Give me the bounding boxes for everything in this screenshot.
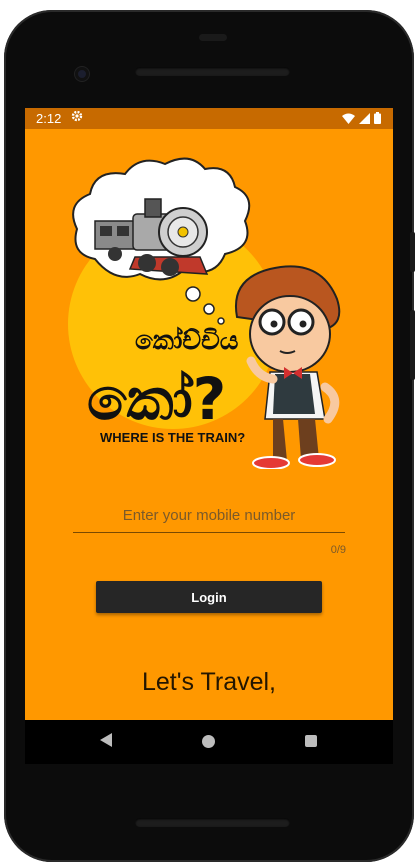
signal-icon xyxy=(359,112,370,124)
login-button[interactable]: Login xyxy=(96,581,322,613)
mobile-number-input[interactable] xyxy=(73,498,345,533)
wifi-icon xyxy=(342,113,355,124)
status-icons xyxy=(342,112,381,124)
earpiece xyxy=(199,34,227,41)
tagline-text: Let's Travel, xyxy=(142,668,276,696)
volume-button xyxy=(410,310,415,380)
status-bar: 2:12 xyxy=(25,108,393,129)
recents-icon[interactable] xyxy=(305,735,317,747)
navigation-bar xyxy=(25,720,393,764)
logo-english-text: WHERE IS THE TRAIN? xyxy=(100,430,245,445)
mobile-field[interactable] xyxy=(73,498,345,538)
power-button xyxy=(410,232,415,272)
character-counter: 0/9 xyxy=(330,544,346,556)
app-screen: 2:12 කෝච්චිය කෝ? WHERE IS THE TRAIN? Ent… xyxy=(25,108,393,720)
gear-icon xyxy=(71,110,83,125)
home-icon[interactable] xyxy=(202,735,215,748)
back-icon[interactable] xyxy=(100,733,112,747)
status-time: 2:12 xyxy=(36,111,62,126)
battery-icon xyxy=(374,112,381,124)
bottom-speaker xyxy=(135,818,290,827)
top-speaker xyxy=(135,67,290,76)
front-camera xyxy=(75,67,89,81)
logo-sinhala-line1: කෝච්චිය xyxy=(135,326,239,356)
app-logo-illustration: කෝච්චිය කෝ? WHERE IS THE TRAIN? xyxy=(68,157,341,469)
logo-sinhala-line2: කෝ? xyxy=(87,365,226,433)
thinking-boy-character xyxy=(235,265,341,469)
